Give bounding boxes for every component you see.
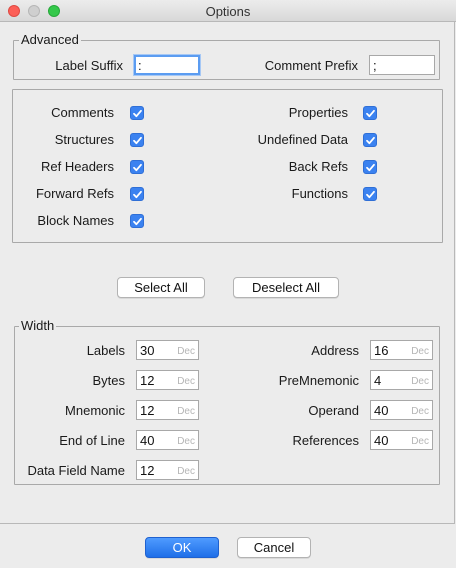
unit-label: Dec xyxy=(177,406,195,417)
width-field-end-of-line[interactable]: 40 Dec xyxy=(136,430,199,450)
width-value: 40 xyxy=(374,403,389,418)
width-value: 12 xyxy=(140,403,155,418)
width-label-operand: Operand xyxy=(308,403,359,418)
option-label-comments: Comments xyxy=(51,105,114,120)
width-label-labels: Labels xyxy=(86,343,125,358)
option-label-structures: Structures xyxy=(54,132,114,147)
unit-label: Dec xyxy=(411,406,429,417)
unit-label: Dec xyxy=(177,346,195,357)
unit-label: Dec xyxy=(411,436,429,447)
unit-label: Dec xyxy=(411,376,429,387)
deselect-all-button[interactable]: Deselect All xyxy=(233,277,339,298)
width-label-data-field-name: Data Field Name xyxy=(27,463,125,478)
title-bar: Options xyxy=(0,0,456,22)
option-checkbox-block-names[interactable] xyxy=(130,214,144,228)
option-checkbox-undefined-data[interactable] xyxy=(363,133,377,147)
width-label-mnemonic: Mnemonic xyxy=(65,403,125,418)
unit-label: Dec xyxy=(411,346,429,357)
option-label-functions: Functions xyxy=(291,186,348,201)
width-field-address[interactable]: 16 Dec xyxy=(370,340,433,360)
dialog-content: Advanced Label Suffix Comment Prefix Sel… xyxy=(0,22,455,524)
width-value: 12 xyxy=(140,463,155,478)
option-checkbox-comments[interactable] xyxy=(130,106,144,120)
option-label-forward-refs: Forward Refs xyxy=(35,186,114,201)
width-label-references: References xyxy=(292,433,359,448)
width-field-references[interactable]: 40 Dec xyxy=(370,430,433,450)
comment-prefix-input[interactable] xyxy=(369,55,435,75)
label-suffix-input[interactable] xyxy=(134,55,200,75)
option-label-back-refs: Back Refs xyxy=(288,159,348,174)
option-checkbox-back-refs[interactable] xyxy=(363,160,377,174)
width-field-operand[interactable]: 40 Dec xyxy=(370,400,433,420)
option-checkbox-ref-headers[interactable] xyxy=(130,160,144,174)
comment-prefix-label: Comment Prefix xyxy=(264,58,358,73)
width-label-end-of-line: End of Line xyxy=(59,433,125,448)
cancel-button[interactable]: Cancel xyxy=(237,537,311,558)
width-legend: Width xyxy=(19,318,57,333)
advanced-legend: Advanced xyxy=(19,32,81,47)
window-title: Options xyxy=(205,4,251,19)
width-field-labels[interactable]: 30 Dec xyxy=(136,340,199,360)
width-value: 12 xyxy=(140,373,155,388)
width-value: 30 xyxy=(140,343,155,358)
option-label-undefined-data: Undefined Data xyxy=(257,132,348,147)
width-field-bytes[interactable]: 12 Dec xyxy=(136,370,199,390)
option-label-ref-headers: Ref Headers xyxy=(41,159,114,174)
unit-label: Dec xyxy=(177,376,195,387)
width-field-mnemonic[interactable]: 12 Dec xyxy=(136,400,199,420)
label-suffix-label: Label Suffix xyxy=(55,58,123,73)
unit-label: Dec xyxy=(177,466,195,477)
unit-label: Dec xyxy=(177,436,195,447)
width-value: 40 xyxy=(374,433,389,448)
width-label-premnemonic: PreMnemonic xyxy=(278,373,359,388)
width-label-bytes: Bytes xyxy=(92,373,125,388)
width-field-data-field-name[interactable]: 12 Dec xyxy=(136,460,199,480)
width-label-address: Address xyxy=(311,343,359,358)
width-value: 4 xyxy=(374,373,382,388)
ok-button[interactable]: OK xyxy=(145,537,219,558)
select-all-button[interactable]: Select All xyxy=(117,277,205,298)
width-field-premnemonic[interactable]: 4 Dec xyxy=(370,370,433,390)
width-value: 16 xyxy=(374,343,389,358)
option-checkbox-forward-refs[interactable] xyxy=(130,187,144,201)
width-value: 40 xyxy=(140,433,155,448)
option-label-properties: Properties xyxy=(288,105,348,120)
option-checkbox-functions[interactable] xyxy=(363,187,377,201)
option-checkbox-properties[interactable] xyxy=(363,106,377,120)
option-checkbox-structures[interactable] xyxy=(130,133,144,147)
option-label-block-names: Block Names xyxy=(37,213,114,228)
